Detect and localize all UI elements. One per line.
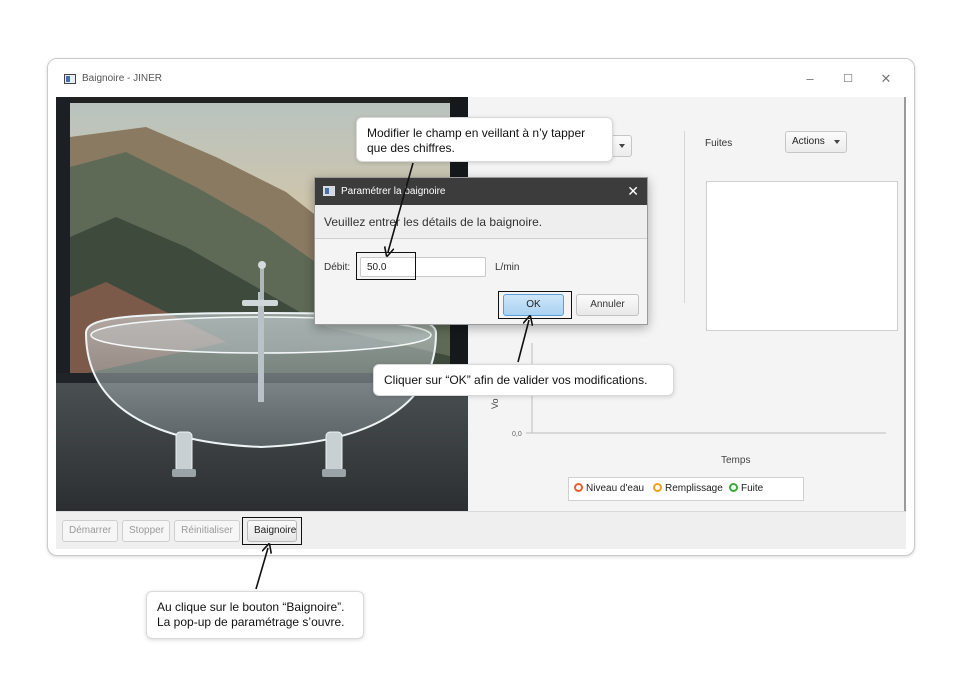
legend-niveau-label: Niveau d'eau [586, 483, 645, 494]
close-button[interactable]: ✕ [874, 69, 898, 89]
dialog-close-icon[interactable]: ✕ [627, 183, 639, 200]
chevron-down-icon [834, 140, 840, 144]
app-icon [323, 186, 335, 196]
chart-legend: Niveau d'eau Remplissage Fuite [568, 477, 804, 501]
dialog-title: Paramétrer la baignoire [341, 186, 446, 197]
title-bar: Baignoire - JINER – ☐ ✕ [48, 59, 914, 97]
chevron-down-icon [619, 144, 625, 148]
debit-label: Débit: [324, 262, 351, 273]
settings-dialog: Paramétrer la baignoire ✕ Veuillez entre… [314, 177, 648, 325]
fuites-list[interactable] [706, 181, 898, 331]
dialog-header: Veuillez entrer les détails de la baigno… [315, 205, 647, 239]
callout-field: Modifier le champ en veillant à n’y tapp… [356, 117, 613, 162]
callout-ok: Cliquer sur “OK” afin de valider vos mod… [373, 364, 674, 396]
actions-dropdown[interactable]: Actions [785, 131, 847, 153]
volume-chart: 0,0 Vo Temps [490, 343, 886, 466]
legend-niveau: Niveau d'eau [574, 483, 644, 494]
cancel-button[interactable]: Annuler [576, 294, 639, 316]
fuites-label: Fuites [705, 138, 733, 149]
dialog-title-bar: Paramétrer la baignoire ✕ [315, 178, 647, 205]
x-axis-label: Temps [721, 455, 750, 466]
stopper-button[interactable]: Stopper [122, 520, 170, 542]
y-axis-label: Vo [490, 398, 500, 409]
callout-baignoire: Au clique sur le bouton “Baignoire”. La … [146, 591, 364, 639]
legend-remplissage: Remplissage [653, 483, 723, 494]
baignoire-highlight [242, 517, 302, 545]
circle-icon [653, 483, 662, 492]
callout-baignoire-line1: Au clique sur le bouton “Baignoire”. [157, 600, 345, 614]
legend-fuite-label: Fuite [741, 483, 764, 494]
y-tick-label: 0,0 [512, 431, 522, 438]
minimize-button[interactable]: – [798, 69, 822, 89]
bottom-toolbar: Démarrer Stopper Réinitialiser Baignoire [56, 511, 906, 549]
app-icon [64, 74, 76, 84]
reinitialiser-button[interactable]: Réinitialiser [174, 520, 240, 542]
ok-highlight [498, 291, 572, 319]
panel-separator [684, 131, 685, 303]
circle-icon [729, 483, 738, 492]
actions-dropdown-label: Actions [792, 136, 825, 147]
window-title: Baignoire - JINER [82, 73, 163, 84]
demarrer-button[interactable]: Démarrer [62, 520, 118, 542]
circle-icon [574, 483, 583, 492]
debit-highlight [356, 252, 416, 280]
legend-remplissage-label: Remplissage [665, 483, 723, 494]
maximize-button[interactable]: ☐ [836, 69, 860, 89]
callout-baignoire-line2: La pop-up de paramétrage s’ouvre. [157, 615, 345, 629]
legend-fuite: Fuite [729, 483, 763, 494]
debit-unit: L/min [495, 262, 520, 273]
